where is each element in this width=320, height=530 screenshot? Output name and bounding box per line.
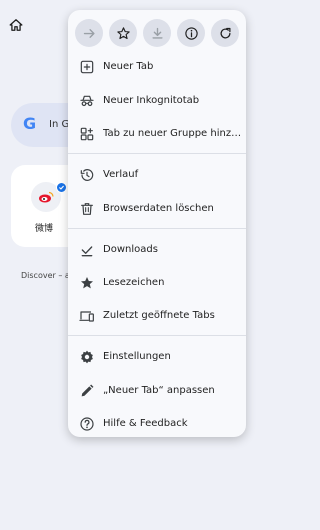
star-filled-icon — [79, 275, 95, 291]
pencil-icon — [79, 383, 95, 399]
menu-item-new-tab[interactable]: Neuer Tab — [68, 52, 246, 82]
download-done-icon — [79, 242, 95, 258]
menu-item-label: Neuer Tab — [103, 61, 154, 72]
history-icon — [79, 167, 95, 183]
menu-toolbar — [68, 10, 246, 56]
info-icon — [184, 26, 198, 40]
trash-icon — [79, 201, 95, 217]
menu-divider — [68, 153, 246, 154]
menu-divider — [68, 228, 246, 229]
menu-item-label: Neuer Inkognitotab — [103, 95, 200, 106]
menu-item-label: Zuletzt geöffnete Tabs — [103, 310, 215, 321]
help-icon — [79, 416, 95, 432]
home-button[interactable] — [9, 17, 23, 31]
verified-badge-icon — [56, 182, 67, 193]
devices-icon — [79, 308, 95, 324]
menu-item-label: Lesezeichen — [103, 277, 165, 288]
menu-item-label: Tab zu neuer Gruppe hinzufüg… — [103, 128, 243, 139]
menu-item-label: Einstellungen — [103, 351, 171, 362]
download-icon — [151, 27, 163, 39]
star-outline-icon — [116, 26, 130, 39]
incognito-icon — [79, 93, 95, 109]
google-logo: G — [23, 114, 37, 133]
menu-item-clear-browsing-data[interactable]: Browserdaten löschen — [68, 194, 246, 224]
menu-item-recent-tabs[interactable]: Zuletzt geöffnete Tabs — [68, 301, 246, 331]
discover-header: Discover – a — [21, 271, 70, 280]
menu-item-downloads[interactable]: Downloads — [68, 235, 246, 265]
forward-button[interactable] — [75, 19, 103, 47]
download-page-button[interactable] — [143, 19, 171, 47]
menu-item-settings[interactable]: Einstellungen — [68, 342, 246, 372]
menu-item-label: Browserdaten löschen — [103, 203, 214, 214]
menu-divider — [68, 335, 246, 336]
page-info-button[interactable] — [177, 19, 205, 47]
forward-arrow-icon — [83, 28, 95, 38]
home-icon — [9, 19, 23, 31]
refresh-button[interactable] — [211, 19, 239, 47]
refresh-icon — [220, 27, 230, 38]
bookmark-button[interactable] — [109, 19, 137, 47]
shortcut-label: 微博 — [35, 224, 54, 234]
plus-box-icon — [79, 59, 95, 75]
gear-icon — [79, 349, 95, 365]
menu-item-history[interactable]: Verlauf — [68, 160, 246, 190]
menu-item-label: Verlauf — [103, 169, 139, 180]
menu-item-new-incognito-tab[interactable]: Neuer Inkognitotab — [68, 86, 246, 116]
menu-item-add-tab-to-group[interactable]: Tab zu neuer Gruppe hinzufüg… — [68, 119, 246, 149]
menu-item-label: „Neuer Tab“ anpassen — [103, 385, 215, 396]
overflow-menu: Neuer Tab Neuer Inkognitotab Tab zu neue… — [68, 10, 246, 437]
tab-group-icon — [79, 126, 95, 142]
menu-item-label: Hilfe & Feedback — [103, 418, 188, 429]
menu-item-label: Downloads — [103, 244, 158, 255]
menu-item-customize-new-tab[interactable]: „Neuer Tab“ anpassen — [68, 376, 246, 406]
menu-item-help-feedback[interactable]: Hilfe & Feedback — [68, 409, 246, 437]
menu-item-bookmarks[interactable]: Lesezeichen — [68, 268, 246, 298]
